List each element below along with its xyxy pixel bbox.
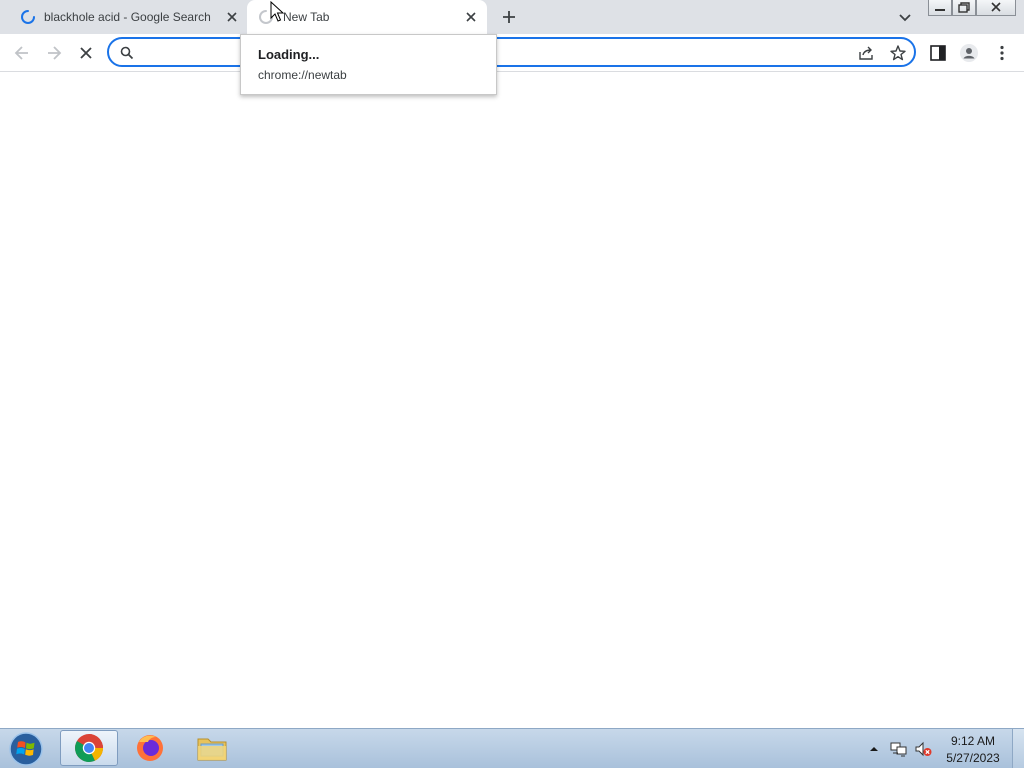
minimize-button[interactable] (928, 0, 952, 16)
tray-overflow-icon[interactable] (869, 744, 879, 754)
taskbar-chrome[interactable] (60, 730, 118, 766)
minimize-icon (935, 9, 945, 11)
tab-strip: blackhole acid - Google Search New Tab (0, 0, 1024, 34)
side-panel-icon[interactable] (928, 43, 948, 63)
new-tab-button[interactable] (499, 7, 519, 27)
restore-icon (958, 2, 970, 13)
loading-spinner-icon (21, 10, 35, 24)
share-icon[interactable] (857, 44, 875, 62)
taskbar-file-explorer[interactable] (184, 730, 242, 766)
close-icon (991, 2, 1001, 12)
window-controls (928, 0, 1018, 17)
taskbar-firefox[interactable] (122, 730, 180, 766)
restore-button[interactable] (952, 0, 976, 16)
firefox-icon (137, 735, 163, 761)
start-button[interactable] (6, 731, 46, 767)
chrome-icon (75, 734, 103, 762)
star-icon[interactable] (889, 44, 907, 62)
kebab-menu-icon[interactable] (992, 43, 1012, 63)
close-icon[interactable] (463, 9, 479, 25)
hover-card-url: chrome://newtab (258, 68, 347, 82)
tab-title: blackhole acid - Google Search (44, 10, 211, 24)
volume-muted-icon[interactable] (914, 741, 932, 757)
search-icon (120, 46, 134, 60)
clock-date[interactable]: 5/27/2023 (938, 751, 1008, 765)
tab-hover-card: Loading... chrome://newtab (240, 34, 497, 95)
address-bar[interactable] (107, 37, 916, 67)
hover-card-title: Loading... (258, 47, 320, 62)
tab-title: New Tab (283, 10, 330, 24)
show-desktop-button[interactable] (1012, 729, 1024, 768)
clock-time[interactable]: 9:12 AM (938, 734, 1008, 748)
back-arrow-icon[interactable] (12, 43, 32, 63)
mouse-cursor-icon (270, 1, 284, 22)
window-close-button[interactable] (976, 0, 1016, 16)
taskbar: 9:12 AM 5/27/2023 (0, 728, 1024, 768)
profile-icon[interactable] (959, 43, 979, 63)
forward-arrow-icon[interactable] (44, 43, 64, 63)
browser-toolbar (0, 34, 1024, 72)
chevron-down-icon[interactable] (896, 8, 914, 26)
network-icon[interactable] (890, 741, 908, 757)
folder-icon (197, 738, 227, 761)
tab-google-search[interactable]: blackhole acid - Google Search (8, 0, 246, 34)
stop-icon[interactable] (76, 43, 96, 63)
close-icon[interactable] (224, 9, 240, 25)
